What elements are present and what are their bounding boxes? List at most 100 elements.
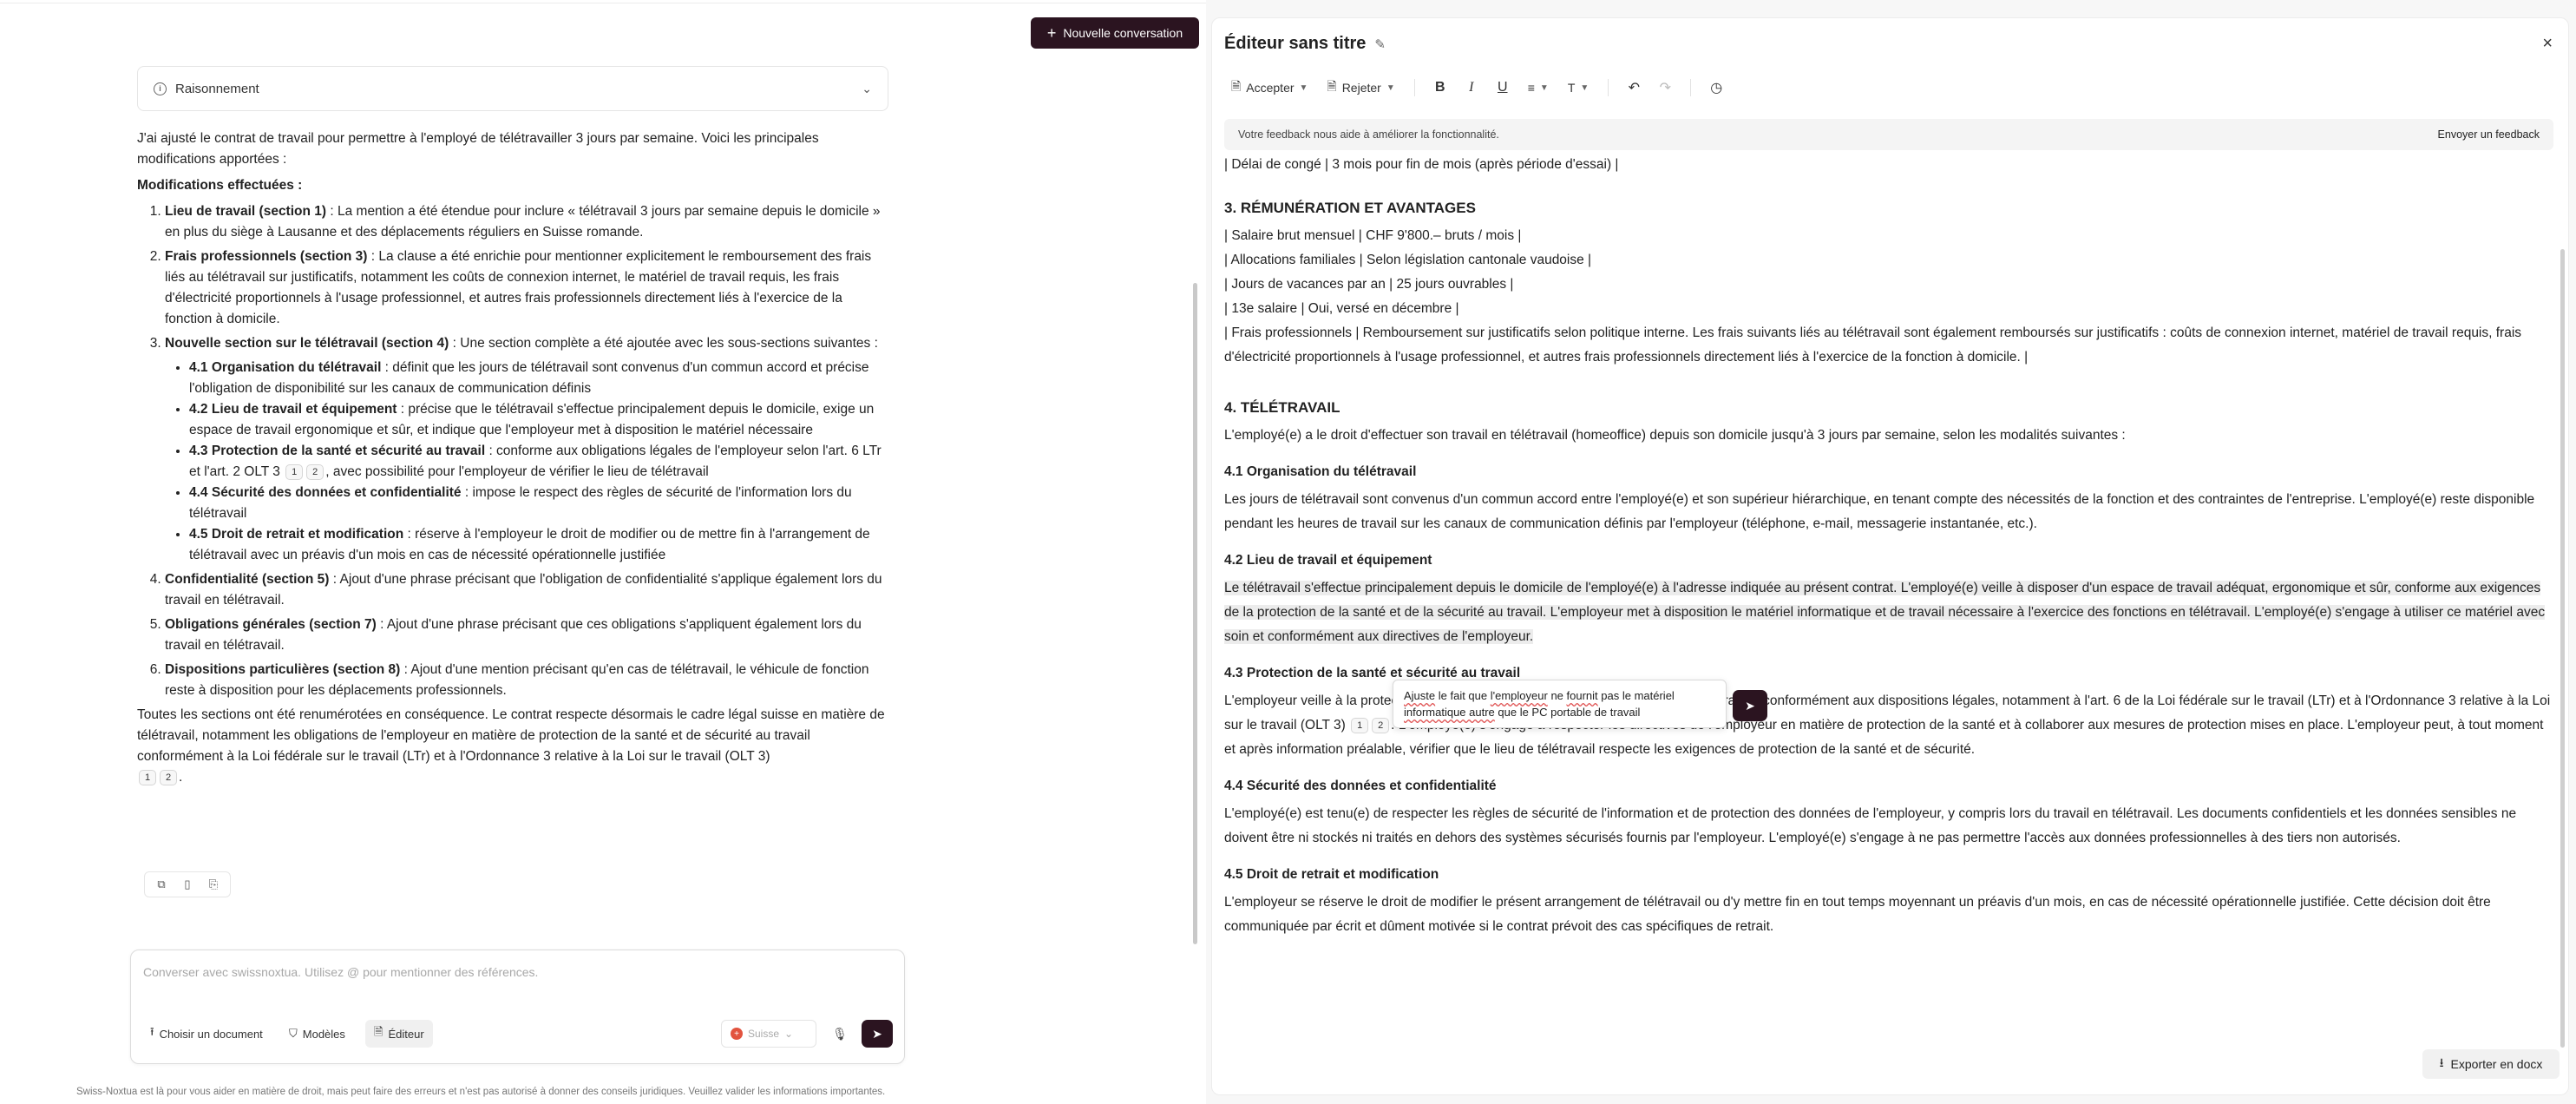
message-actions: ⧉ ▯ ⎘ <box>144 871 231 897</box>
list-item: Nouvelle section sur le télétravail (sec… <box>165 333 892 566</box>
bold-icon[interactable]: B <box>1427 74 1453 102</box>
list-item: Dispositions particulières (section 8) :… <box>165 660 892 701</box>
reasoning-accordion[interactable]: i Raisonnement ⌄ <box>137 66 888 111</box>
citation-badge[interactable]: 2 <box>160 769 177 785</box>
citation-badge[interactable]: 2 <box>306 463 324 480</box>
microphone-icon[interactable]: 🎙 <box>829 1023 850 1044</box>
inline-ai-send-button[interactable]: ➤ <box>1733 690 1767 721</box>
info-icon: i <box>154 82 167 95</box>
inline-ai-prompt-input[interactable]: Ajuste le fait que l'employeur ne fourni… <box>1393 680 1727 728</box>
citation-badge[interactable]: 2 <box>1372 717 1390 733</box>
assistant-message: J'ai ajusté le contrat de travail pour p… <box>137 128 892 793</box>
export-document-icon[interactable]: ⎘ <box>202 875 225 894</box>
list-item: Frais professionnels (section 3) : La cl… <box>165 246 892 330</box>
undo-icon[interactable]: ↶ <box>1621 74 1647 102</box>
bookmark-icon: ⛉ <box>289 1027 298 1040</box>
swiss-flag-icon: + <box>731 1028 743 1040</box>
modifications-title: Modifications effectuées : <box>137 178 303 193</box>
text-style-icon: T <box>1567 81 1576 95</box>
download-icon: ⭳ <box>2439 1055 2444 1069</box>
country-select[interactable]: + Suisse ⌄ <box>721 1020 816 1048</box>
editor-button[interactable]: 🗎 Éditeur <box>365 1020 433 1048</box>
models-button[interactable]: ⛉ Modèles <box>280 1020 354 1048</box>
list-item: 4.4 Sécurité des données et confidential… <box>189 483 892 524</box>
subsection-heading: 4.1 Organisation du télétravail <box>1224 464 1417 479</box>
copy-icon[interactable]: ⧉ <box>150 875 173 894</box>
send-icon: ➤ <box>872 1026 882 1041</box>
scrollbar[interactable] <box>1193 283 1197 944</box>
italic-icon[interactable]: I <box>1458 74 1485 102</box>
citation-badge[interactable]: 1 <box>139 769 156 785</box>
list-item: 4.2 Lieu de travail et équipement : préc… <box>189 399 892 441</box>
citation-badge[interactable]: 1 <box>285 463 304 480</box>
toolbar-divider <box>1413 79 1415 96</box>
chat-composer: ⭱ Choisir un document ⛉ Modèles 🗎 Éditeu… <box>130 950 905 1064</box>
accept-button[interactable]: 🗎 Accepter ▼ <box>1224 74 1314 102</box>
subsection-heading: 4.4 Sécurité des données et confidential… <box>1224 779 1497 793</box>
close-icon[interactable]: × <box>2542 34 2553 54</box>
new-conversation-button[interactable]: + Nouvelle conversation <box>1031 17 1199 49</box>
history-icon[interactable]: ◷ <box>1703 74 1729 102</box>
reasoning-label: Raisonnement <box>175 81 259 96</box>
document-icon[interactable]: ▯ <box>176 875 199 894</box>
selected-text: Le télétravail s'effectue principalement… <box>1224 581 2546 644</box>
list-item: Confidentialité (section 5) : Ajout d'un… <box>165 569 892 611</box>
document-editor: Éditeur sans titre ✎ × 🗎 Accepter ▼ 🗎 Re… <box>1211 17 2569 1095</box>
edit-icon[interactable]: ✎ <box>1374 36 1386 52</box>
subsection-heading: 4.2 Lieu de travail et équipement <box>1224 553 1432 568</box>
doc-line: | Jours de vacances par an | 25 jours ou… <box>1224 277 1514 292</box>
plus-icon: + <box>1046 24 1057 42</box>
telework-subsections: 4.1 Organisation du télétravail : défini… <box>165 358 892 566</box>
text-style-dropdown[interactable]: T ▼ <box>1561 74 1596 102</box>
choose-document-button[interactable]: ⭱ Choisir un document <box>141 1020 272 1048</box>
subsection-heading: 4.5 Droit de retrait et modification <box>1224 867 1439 882</box>
doc-line: | Salaire brut mensuel | CHF 9'800.– bru… <box>1224 228 1522 243</box>
doc-line: | Allocations familiales | Selon législa… <box>1224 253 1592 267</box>
doc-line: | Frais professionnels | Remboursement s… <box>1224 325 2522 365</box>
list-item: 4.1 Organisation du télétravail : défini… <box>189 358 892 399</box>
document-content[interactable]: | Délai de congé | 3 mois pour fin de mo… <box>1224 153 2552 1038</box>
list-item: 4.5 Droit de retrait et modification : r… <box>189 524 892 566</box>
doc-paragraph: Les jours de télétravail sont convenus d… <box>1224 492 2535 531</box>
doc-line: | Délai de congé | 3 mois pour fin de mo… <box>1224 157 1619 172</box>
chat-panel: + Nouvelle conversation i Raisonnement ⌄… <box>0 0 1206 1104</box>
doc-paragraph: Le télétravail s'effectue principalement… <box>1224 576 2552 649</box>
list-item: Obligations générales (section 7) : Ajou… <box>165 614 892 656</box>
scrollbar[interactable] <box>2560 249 2565 1048</box>
new-conversation-label: Nouvelle conversation <box>1063 26 1183 40</box>
citation-badge[interactable]: 1 <box>1351 717 1369 733</box>
answer-conclusion: Toutes les sections ont été renumérotées… <box>137 707 885 785</box>
feedback-banner: Votre feedback nous aide à améliorer la … <box>1224 119 2553 150</box>
section-heading: 4. TÉLÉTRAVAIL <box>1224 399 1340 416</box>
send-icon: ➤ <box>1745 698 1755 713</box>
reject-button[interactable]: 🗎 Rejeter ▼ <box>1320 74 1401 102</box>
document-check-icon: 🗎 <box>1231 79 1242 93</box>
chevron-down-icon: ⌄ <box>784 1028 794 1040</box>
section-heading: 3. RÉMUNÉRATION ET AVANTAGES <box>1224 200 1476 216</box>
document-x-icon: 🗎 <box>1327 79 1337 93</box>
redo-icon[interactable]: ↷ <box>1652 74 1678 102</box>
editor-title: Éditeur sans titre ✎ <box>1224 34 1386 53</box>
chevron-down-icon: ▼ <box>1539 82 1549 93</box>
disclaimer: Swiss-Noxtua est là pour vous aider en m… <box>76 1087 886 1097</box>
toolbar-divider <box>1608 79 1609 96</box>
export-docx-button[interactable]: ⭳ Exporter en docx <box>2422 1049 2560 1079</box>
top-divider <box>0 0 1206 3</box>
list-item: 4.3 Protection de la santé et sécurité a… <box>189 441 892 483</box>
underline-icon[interactable]: U <box>1490 74 1516 102</box>
send-button[interactable]: ➤ <box>862 1020 893 1048</box>
list-item: Lieu de travail (section 1) : La mention… <box>165 201 892 243</box>
chat-input[interactable] <box>141 959 888 985</box>
align-left-icon: ≡ <box>1527 81 1535 95</box>
modifications-list: Lieu de travail (section 1) : La mention… <box>137 201 892 701</box>
document-edit-icon: 🗎 <box>374 1025 383 1038</box>
doc-paragraph: L'employé(e) est tenu(e) de respecter le… <box>1224 806 2517 845</box>
align-dropdown[interactable]: ≡ ▼ <box>1521 74 1556 102</box>
doc-paragraph: L'employeur se réserve le droit de modif… <box>1224 895 2491 934</box>
doc-paragraph: L'employé(e) a le droit d'effectuer son … <box>1224 428 2126 443</box>
chevron-down-icon: ▼ <box>1299 82 1308 93</box>
chevron-down-icon: ▼ <box>1386 82 1395 93</box>
upload-icon: ⭱ <box>150 1025 154 1038</box>
toolbar-divider <box>1690 79 1692 96</box>
send-feedback-button[interactable]: Envoyer un feedback <box>2438 128 2540 141</box>
